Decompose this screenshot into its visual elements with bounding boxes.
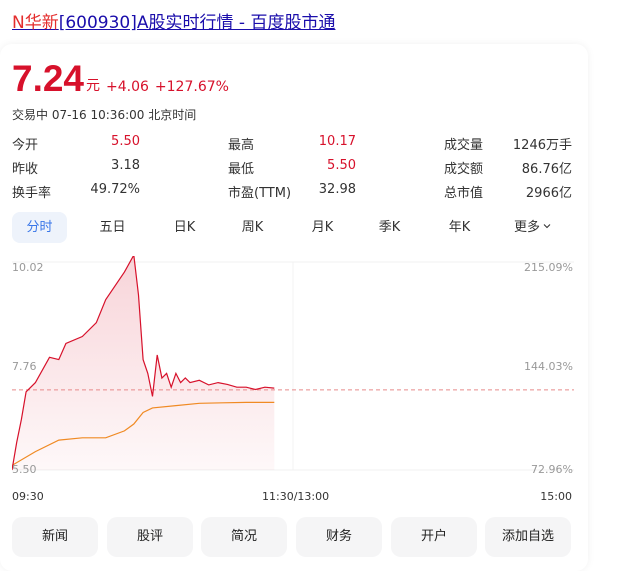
price-row: 7.24 元 +4.06 +127.67% — [12, 60, 229, 97]
page-title-link[interactable]: N华新[600930]A股实时行情 - 百度股市通 — [12, 8, 335, 33]
stat-value-amount: 86.76亿 — [521, 162, 572, 177]
tab-daily-k[interactable]: 日K — [157, 212, 212, 243]
stat-label-amount: 成交额 — [444, 162, 484, 177]
stock-name: N华新 — [12, 13, 59, 33]
currency-unit: 元 — [86, 78, 101, 94]
tab-monthly-k[interactable]: 月K — [295, 212, 350, 243]
title-rest: [600930]A股实时行情 - 百度股市通 — [58, 13, 336, 33]
stat-value-low: 5.50 — [327, 158, 356, 173]
stat-label-prev-close: 昨收 — [12, 162, 39, 177]
trading-status: 交易中 07-16 10:36:00 北京时间 — [12, 108, 197, 122]
finance-button[interactable]: 财务 — [296, 517, 382, 557]
tab-five-day[interactable]: 五日 — [85, 212, 140, 243]
intraday-chart[interactable] — [12, 256, 574, 476]
y-axis-left-tick-bottom: 5.50 — [12, 463, 37, 476]
open-account-button[interactable]: 开户 — [391, 517, 477, 557]
stat-label-low: 最低 — [228, 162, 255, 177]
tab-more[interactable]: 更多 — [502, 212, 564, 243]
price-change: +4.06 — [106, 79, 149, 95]
stat-label-market-cap: 总市值 — [444, 186, 484, 201]
comments-button[interactable]: 股评 — [107, 517, 193, 557]
y-axis-right-tick-top: 215.09% — [524, 261, 573, 274]
stat-label-high: 最高 — [228, 138, 255, 153]
stats-grid: 今开 5.50 昨收 3.18 换手率 49.72% 最高 10.17 最低 5… — [12, 134, 574, 201]
profile-button[interactable]: 简况 — [201, 517, 287, 557]
stat-label-turnover: 换手率 — [12, 186, 52, 201]
tab-yearly-k[interactable]: 年K — [432, 212, 487, 243]
x-axis-tick-close: 15:00 — [540, 490, 572, 503]
chart-tabs: 分时 五日 日K 周K 月K 季K 年K 更多 — [12, 212, 574, 244]
x-axis-tick-midday: 11:30/13:00 — [262, 490, 330, 503]
add-watchlist-button[interactable]: 添加自选 — [485, 517, 571, 557]
price-area — [12, 256, 275, 470]
x-axis-tick-open: 09:30 — [12, 490, 44, 503]
price-change-pct: +127.67% — [154, 79, 229, 95]
news-button[interactable]: 新闻 — [12, 517, 98, 557]
current-price: 7.24 — [12, 58, 85, 99]
stat-value-pe: 32.98 — [318, 182, 356, 197]
stat-value-market-cap: 2966亿 — [525, 186, 572, 201]
stat-value-high: 10.17 — [318, 134, 356, 149]
stat-label-open: 今开 — [12, 138, 39, 153]
stat-value-volume: 1246万手 — [512, 138, 572, 153]
stat-value-turnover: 49.72% — [90, 182, 140, 197]
tab-more-label: 更多 — [513, 220, 540, 235]
stat-value-prev-close: 3.18 — [111, 158, 140, 173]
tab-weekly-k[interactable]: 周K — [225, 212, 280, 243]
tab-intraday[interactable]: 分时 — [12, 212, 67, 243]
y-axis-left-tick-mid: 7.76 — [12, 360, 37, 373]
tab-quarterly-k[interactable]: 季K — [362, 212, 417, 243]
y-axis-left-tick-top: 10.02 — [12, 261, 44, 274]
y-axis-right-tick-mid: 144.03% — [524, 360, 573, 373]
stat-value-open: 5.50 — [111, 134, 140, 149]
chevron-down-icon — [542, 212, 552, 243]
y-axis-right-tick-bottom: 72.96% — [531, 463, 573, 476]
stat-label-volume: 成交量 — [444, 138, 484, 153]
stat-label-pe: 市盈(TTM) — [228, 186, 292, 201]
